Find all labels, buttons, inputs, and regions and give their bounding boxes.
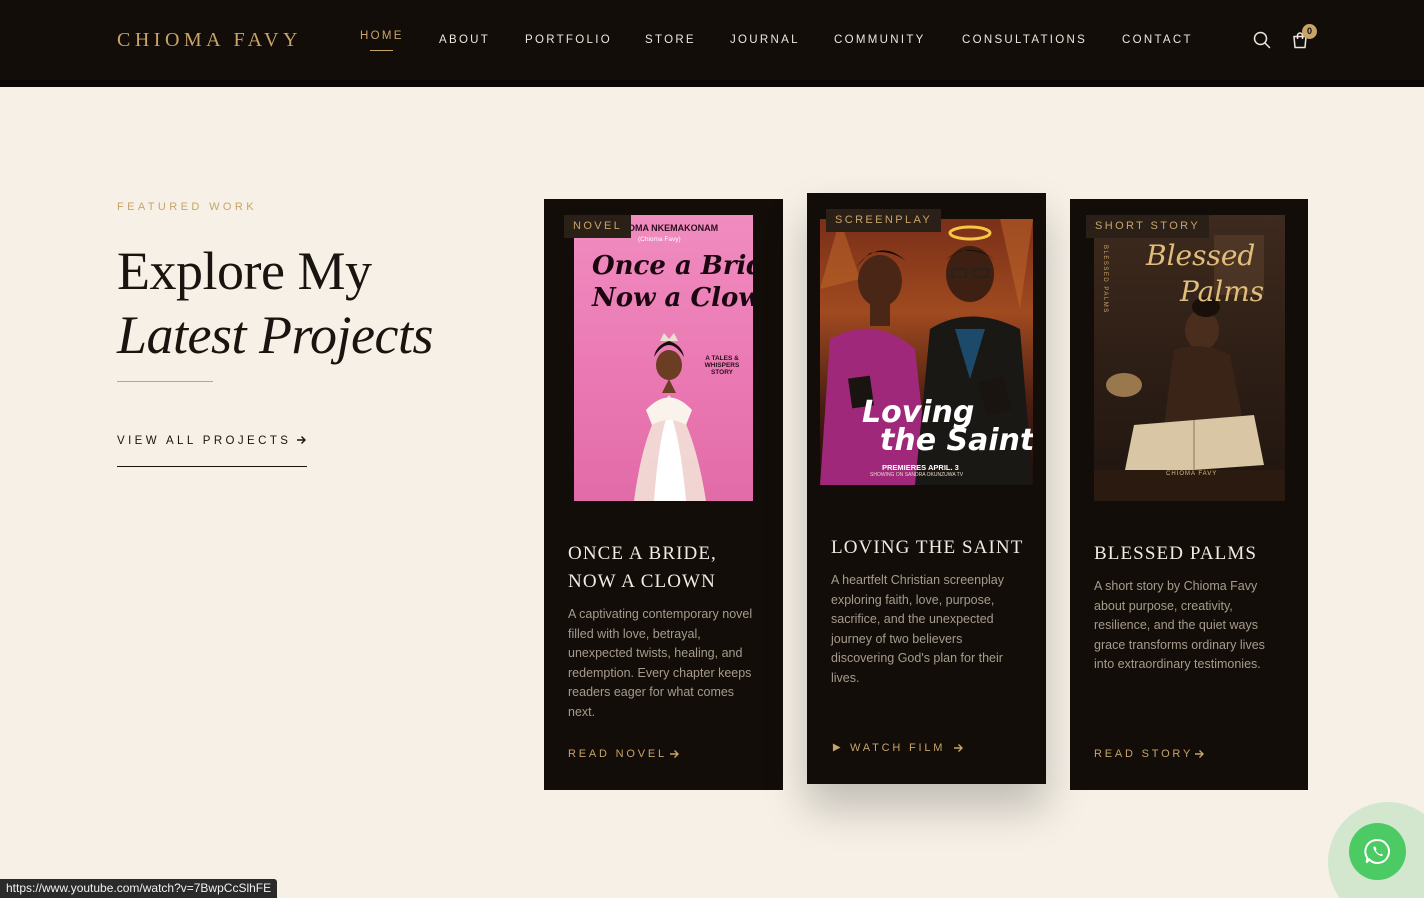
section-headline-line2: Latest Projects: [117, 305, 433, 365]
category-badge: SCREENPLAY: [826, 209, 942, 232]
card-description: A heartfelt Christian screenplay explori…: [831, 573, 1005, 685]
read-story-link[interactable]: READ STORY: [1094, 748, 1193, 760]
site-logo[interactable]: CHIOMA FAVY: [117, 29, 302, 52]
cover-title-line2: Palms: [1180, 275, 1265, 308]
category-badge: NOVEL: [564, 215, 632, 238]
section-headline-line1: Explore My: [117, 241, 372, 301]
play-icon[interactable]: [832, 743, 841, 752]
card-description: A captivating contemporary novel filled …: [568, 607, 753, 719]
view-all-underline: [117, 466, 307, 467]
cover-author: OMA NKEMAKONAM: [628, 223, 719, 233]
browser-status-url: https://www.youtube.com/watch?v=7BwpCcSl…: [0, 879, 278, 898]
book-cover-image[interactable]: OMA NKEMAKONAM (Chioma Favy) Once a Brid…: [574, 215, 753, 501]
arrow-right-icon[interactable]: [296, 435, 306, 445]
site-header: CHIOMA FAVY HOME ABOUT PORTFOLIO STORE J…: [0, 0, 1424, 87]
poster-title-line2: the Saint: [880, 423, 1033, 458]
nav-journal[interactable]: JOURNAL: [730, 34, 800, 46]
whatsapp-icon: [1364, 839, 1390, 864]
project-card-short-story[interactable]: BLESSED PALMS Blessed Palms CHIOMA FAVY …: [1070, 199, 1308, 790]
arrow-right-icon[interactable]: [669, 749, 679, 759]
category-badge: SHORT STORY: [1086, 215, 1210, 238]
read-novel-link[interactable]: READ NOVEL: [568, 748, 667, 760]
nav-store[interactable]: STORE: [645, 34, 696, 46]
project-card-screenplay[interactable]: Loving the Saint PREMIERES APRIL. 3 SHOW…: [807, 193, 1046, 784]
cover-author-sub: (Chioma Favy): [638, 236, 681, 243]
whatsapp-chat-button[interactable]: [1349, 823, 1406, 880]
arrow-right-icon[interactable]: [953, 743, 963, 753]
film-poster-image[interactable]: Loving the Saint PREMIERES APRIL. 3 SHOW…: [820, 219, 1033, 485]
bride-illustration: [634, 333, 706, 501]
cover-spine-text: BLESSED PALMS: [1102, 245, 1108, 314]
nav-contact[interactable]: CONTACT: [1122, 34, 1193, 46]
card-title: BLESSED PALMS: [1094, 543, 1258, 564]
nav-community[interactable]: COMMUNITY: [834, 34, 926, 46]
nav-consultations[interactable]: CONSULTATIONS: [962, 34, 1087, 46]
watch-film-link[interactable]: WATCH FILM: [850, 742, 945, 754]
arrow-right-icon[interactable]: [1194, 749, 1204, 759]
section-eyebrow: FEATURED WORK: [117, 201, 257, 213]
nav-portfolio[interactable]: PORTFOLIO: [525, 34, 612, 46]
card-title-line2: NOW A CLOWN: [568, 571, 716, 592]
card-title-line1: ONCE A BRIDE,: [568, 543, 717, 564]
nav-home[interactable]: HOME: [360, 30, 404, 42]
headline-divider: [117, 381, 213, 382]
card-description: A short story by Chioma Favy about purpo…: [1094, 579, 1265, 671]
search-icon[interactable]: [1253, 31, 1271, 49]
cover-title-line1: Once a Bride,: [592, 251, 753, 281]
cover-title-line1: Blessed: [1146, 239, 1256, 272]
poster-showing: SHOWING ON SANDRA OKUNZUWA TV: [870, 472, 964, 478]
card-title: ONCE A BRIDE, NOW A CLOWN: [568, 540, 768, 596]
story-cover-image[interactable]: BLESSED PALMS Blessed Palms CHIOMA FAVY: [1094, 215, 1285, 501]
poster-premiere: PREMIERES APRIL. 3: [882, 463, 959, 472]
nav-about[interactable]: ABOUT: [439, 34, 490, 46]
view-all-projects-link[interactable]: VIEW ALL PROJECTS: [117, 435, 291, 447]
nav-active-underline: [370, 50, 393, 51]
cover-tagline: A TALES & WHISPERS STORY: [704, 355, 740, 376]
cover-byline: CHIOMA FAVY: [1166, 471, 1218, 477]
cover-title-line2: Now a Clown.: [592, 283, 753, 313]
header-bottom-strip: [0, 80, 1424, 87]
card-title: LOVING THE SAINT: [831, 537, 1024, 558]
project-card-novel[interactable]: OMA NKEMAKONAM (Chioma Favy) Once a Brid…: [544, 199, 783, 790]
cart-count-badge: 0: [1302, 24, 1317, 39]
